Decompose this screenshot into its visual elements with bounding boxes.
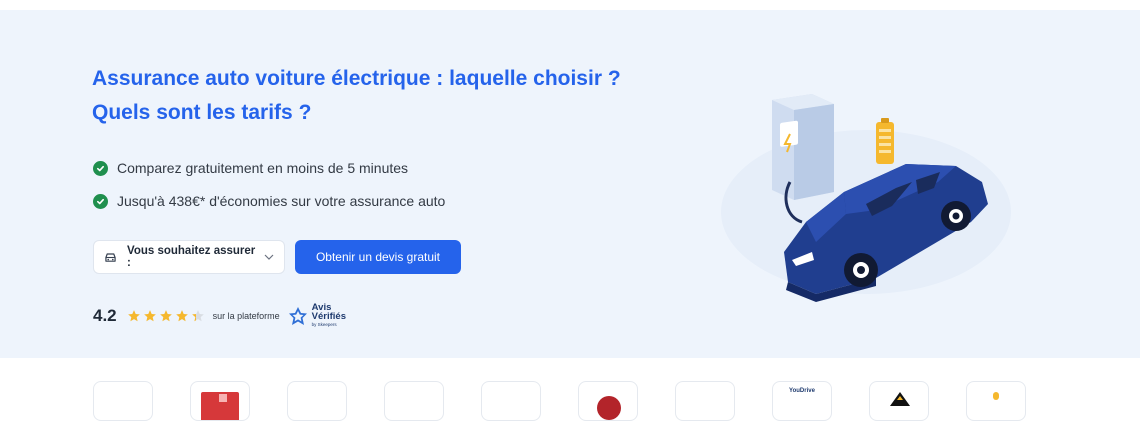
star-half-icon: [191, 310, 204, 322]
benefit-text: Comparez gratuitement en moins de 5 minu…: [117, 160, 409, 176]
platform-text: sur la plateforme: [212, 311, 280, 321]
partner-logo[interactable]: [93, 381, 153, 421]
star-icon: [159, 310, 172, 322]
vehicle-type-select[interactable]: Vous souhaitez assurer :: [93, 240, 285, 274]
title-line-1: Assurance auto voiture électrique : laqu…: [92, 67, 621, 90]
benefit-item: Comparez gratuitement en moins de 5 minu…: [93, 158, 445, 178]
get-quote-button[interactable]: Obtenir un devis gratuit: [295, 240, 461, 274]
star-icon: [127, 310, 140, 322]
benefit-item: Jusqu'à 438€* d'économies sur votre assu…: [93, 191, 445, 211]
benefit-text: Jusqu'à 438€* d'économies sur votre assu…: [117, 193, 446, 209]
top-strip: [0, 0, 1140, 10]
partner-logo[interactable]: [675, 381, 735, 421]
partner-logo[interactable]: [869, 381, 929, 421]
title-line-2: Quels sont les tarifs ?: [92, 101, 312, 124]
chevron-down-icon: [264, 254, 274, 260]
avis-verifies-icon: [288, 307, 307, 325]
hero-actions: Vous souhaitez assurer : Obtenir un devi…: [93, 240, 461, 274]
star-icon: [175, 310, 188, 322]
partner-logos-row: YouDrive: [93, 381, 1063, 421]
check-circle-icon: [93, 193, 108, 209]
partner-logo[interactable]: [384, 381, 444, 421]
avis-verifies-logo[interactable]: Avis Vérifiés by Skeepers: [288, 303, 346, 329]
partner-logo-mark: [219, 394, 227, 402]
page-title: Assurance auto voiture électrique : laqu…: [92, 62, 692, 130]
partner-logo[interactable]: [190, 381, 250, 421]
partner-logo[interactable]: [287, 381, 347, 421]
check-circle-icon: [93, 160, 108, 176]
car-icon: [104, 252, 117, 263]
avis-line-2: Vérifiés: [311, 311, 346, 322]
partner-logo-mark: [993, 392, 999, 400]
benefits-list: Comparez gratuitement en moins de 5 minu…: [93, 158, 445, 224]
vehicle-type-label: Vous souhaitez assurer :: [127, 245, 256, 269]
partner-logo[interactable]: [966, 381, 1026, 421]
rating-score: 4.2: [93, 306, 117, 325]
partner-logo-text: YouDrive: [789, 388, 815, 394]
rating-block: 4.2 sur la plateforme Avis Vérifiés by S…: [93, 303, 346, 329]
partner-logo[interactable]: [578, 381, 638, 421]
hero-section: Assurance auto voiture électrique : laqu…: [0, 10, 1140, 358]
star-icon: [143, 310, 156, 322]
avis-line-3: by Skeepers: [311, 322, 337, 327]
partner-logo[interactable]: [481, 381, 541, 421]
ev-charging-illustration: [721, 94, 1011, 302]
partner-logo[interactable]: YouDrive: [772, 381, 832, 421]
rating-stars: [127, 309, 205, 323]
partner-logo-mark: [890, 392, 910, 406]
